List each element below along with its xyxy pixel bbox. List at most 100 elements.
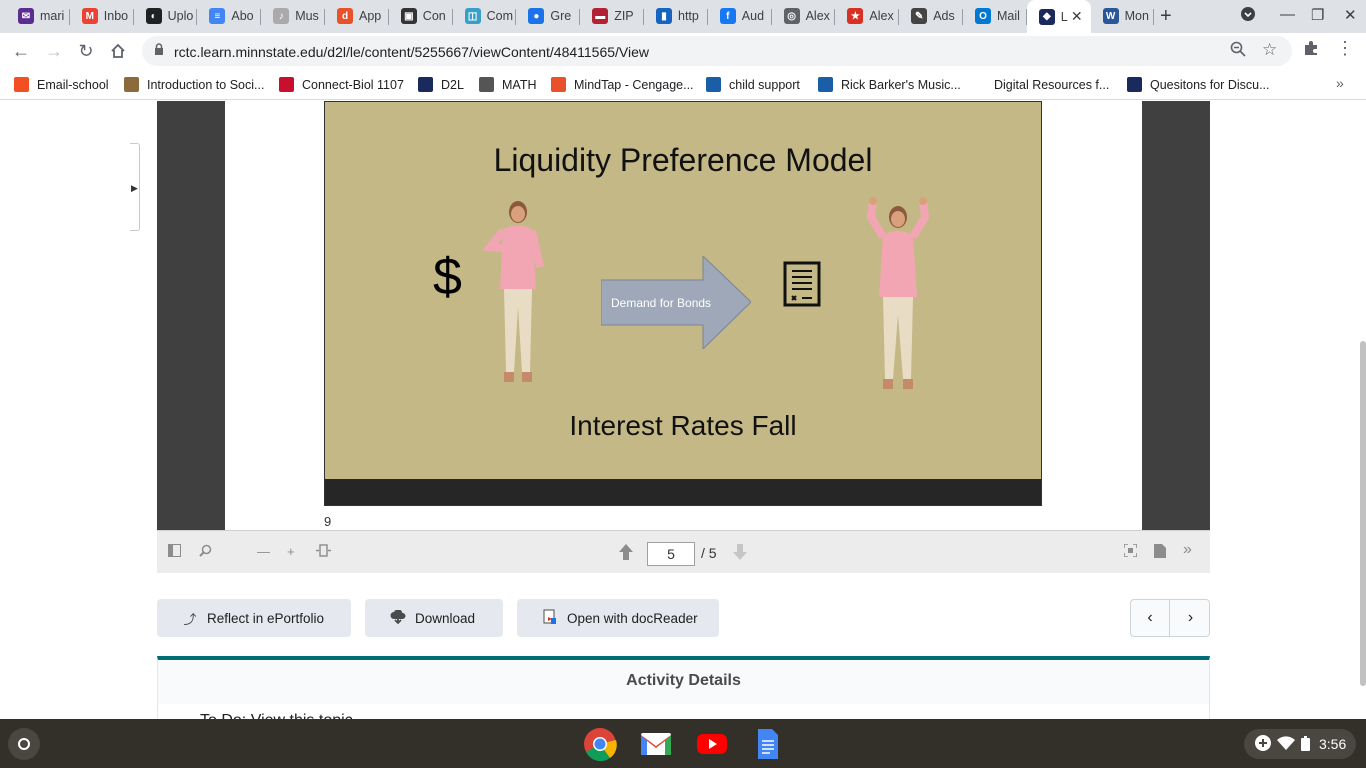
tab-label: Alex bbox=[869, 9, 894, 23]
browser-tab[interactable]: ◫ Com bbox=[453, 3, 517, 29]
browser-tab[interactable]: W Mon bbox=[1091, 3, 1155, 29]
sidebar-toggle-icon[interactable] bbox=[168, 544, 181, 560]
browser-tab[interactable]: ▬ ZIP bbox=[580, 3, 644, 29]
reflect-in-eportfolio-button[interactable]: ⤴ Reflect in ePortfolio bbox=[157, 599, 351, 637]
tab-search-icon[interactable] bbox=[1240, 6, 1256, 26]
page-total: / 5 bbox=[701, 545, 717, 561]
browser-tab[interactable]: d App bbox=[325, 3, 389, 29]
arrow-label: Demand for Bonds bbox=[611, 296, 712, 310]
present-icon[interactable] bbox=[1154, 544, 1166, 561]
next-page-icon[interactable] bbox=[733, 544, 747, 563]
minimize-icon[interactable]: — bbox=[1280, 6, 1295, 23]
bookmark-item[interactable]: Quesitons for Discu... bbox=[1127, 77, 1270, 92]
browser-tab[interactable]: f Aud bbox=[708, 3, 772, 29]
docs-icon: ≡ bbox=[209, 8, 226, 24]
wifi-icon bbox=[1277, 735, 1295, 754]
zoom-in-icon[interactable]: + bbox=[287, 544, 295, 559]
slide-footer-bar bbox=[325, 479, 1041, 505]
browser-tab[interactable]: ◐ Uplo bbox=[134, 3, 198, 29]
page-scrollbar[interactable] bbox=[1360, 341, 1366, 686]
fullscreen-icon[interactable] bbox=[1123, 543, 1138, 560]
bookmark-item[interactable]: Connect-Biol 1107 bbox=[279, 77, 404, 92]
facebook-icon: f bbox=[719, 8, 736, 24]
globe-icon: ◎ bbox=[783, 8, 800, 24]
docs-icon[interactable] bbox=[751, 727, 785, 761]
more-bookmarks-icon[interactable]: » bbox=[1336, 75, 1344, 91]
browser-toolbar: ← → ↻ rctc.learn.minnstate.edu/d2l/le/co… bbox=[0, 33, 1366, 70]
bookmark-item[interactable]: Digital Resources f... bbox=[971, 77, 1109, 92]
tab-label: Ads bbox=[933, 9, 955, 23]
extensions-icon[interactable] bbox=[1302, 39, 1320, 62]
bookmark-favicon-icon bbox=[551, 77, 566, 92]
browser-tab[interactable]: ✉ mari bbox=[6, 3, 70, 29]
restore-icon[interactable]: ❐ bbox=[1311, 6, 1324, 24]
bookmark-favicon-icon bbox=[124, 77, 139, 92]
bookmark-item[interactable]: Introduction to Soci... bbox=[124, 77, 264, 92]
tab-label: Gre bbox=[550, 9, 572, 23]
browser-tab[interactable]: ≡ Abo bbox=[197, 3, 262, 29]
slide-image: Liquidity Preference Model $ Demand for … bbox=[324, 101, 1042, 506]
docreader-icon bbox=[541, 609, 559, 628]
upload-icon: ◐ bbox=[145, 8, 162, 24]
bookmark-label: MindTap - Cengage... bbox=[574, 77, 694, 92]
browser-tab[interactable]: ● Gre bbox=[516, 3, 581, 29]
zoom-out-icon[interactable]: — bbox=[257, 544, 270, 559]
sidebar-expand-toggle[interactable]: ▶ bbox=[130, 143, 140, 231]
fit-width-icon[interactable] bbox=[316, 544, 331, 560]
home-icon[interactable] bbox=[106, 39, 130, 63]
tab-label: Com bbox=[486, 9, 513, 23]
map-pin-icon: ● bbox=[528, 8, 545, 24]
bookmark-item[interactable]: D2L bbox=[418, 77, 464, 92]
bar-chart-icon: ▮ bbox=[656, 8, 672, 24]
close-window-icon[interactable]: ✕ bbox=[1344, 6, 1357, 24]
bookmark-item[interactable]: Email-school bbox=[14, 77, 109, 92]
youtube-icon[interactable] bbox=[695, 727, 729, 761]
forward-icon[interactable]: → bbox=[42, 39, 66, 63]
page-number-input[interactable] bbox=[647, 542, 695, 566]
bookmark-item[interactable]: MindTap - Cengage... bbox=[551, 77, 694, 92]
bookmark-label: Quesitons for Discu... bbox=[1150, 77, 1270, 92]
browser-tab[interactable]: ★ Alex bbox=[835, 3, 900, 29]
bookmark-label: Connect-Biol 1107 bbox=[302, 77, 404, 92]
download-button[interactable]: Download bbox=[365, 599, 503, 637]
gmail-icon[interactable] bbox=[639, 727, 673, 761]
dollar-sign: $ bbox=[433, 248, 462, 306]
browser-tab[interactable]: M Inbo bbox=[70, 3, 134, 29]
bookmark-favicon-icon bbox=[818, 77, 833, 92]
status-tray[interactable]: 3:56 bbox=[1244, 729, 1356, 759]
browser-menu-icon[interactable]: ⋮ bbox=[1336, 38, 1354, 59]
reflect-label: Reflect in ePortfolio bbox=[207, 610, 325, 626]
browser-tab[interactable]: ◎ Alex bbox=[772, 3, 836, 29]
bookmark-star-icon[interactable]: ☆ bbox=[1262, 40, 1277, 60]
browser-tab[interactable]: O Mail bbox=[963, 3, 1027, 29]
back-icon[interactable]: ← bbox=[9, 39, 33, 63]
address-bar[interactable]: rctc.learn.minnstate.edu/d2l/le/content/… bbox=[142, 36, 1292, 66]
browser-tab[interactable]: ▮ http bbox=[644, 3, 708, 29]
reload-icon[interactable]: ↻ bbox=[74, 39, 98, 63]
lock-icon bbox=[155, 43, 163, 55]
zoom-icon[interactable] bbox=[1230, 41, 1246, 61]
previous-page-icon[interactable] bbox=[619, 544, 633, 563]
chrome-icon[interactable] bbox=[583, 727, 617, 761]
browser-tab[interactable]: ◆ L ✕ bbox=[1026, 0, 1091, 33]
tab-label: Mon bbox=[1124, 9, 1149, 23]
next-topic-button[interactable]: › bbox=[1171, 600, 1210, 636]
viewer-toolbar: — + / 5 » bbox=[157, 530, 1210, 573]
launcher-icon[interactable] bbox=[8, 728, 40, 760]
bookmark-item[interactable]: MATH bbox=[479, 77, 537, 92]
bookmark-favicon-icon bbox=[479, 77, 494, 92]
bookmark-item[interactable]: child support bbox=[706, 77, 800, 92]
tab-label: http bbox=[678, 9, 699, 23]
browser-tab[interactable]: ▣ Con bbox=[389, 3, 453, 29]
bookmark-label: Introduction to Soci... bbox=[147, 77, 265, 92]
new-tab-button[interactable]: + bbox=[1160, 5, 1172, 28]
document-icon bbox=[783, 261, 821, 307]
browser-tab[interactable]: ♪ Mus bbox=[261, 3, 325, 29]
close-tab-icon[interactable]: ✕ bbox=[1071, 8, 1083, 25]
bookmark-item[interactable]: Rick Barker's Music... bbox=[818, 77, 961, 92]
open-with-docreader-button[interactable]: Open with docReader bbox=[517, 599, 719, 637]
previous-topic-button[interactable]: ‹ bbox=[1131, 600, 1170, 636]
more-tools-icon[interactable]: » bbox=[1183, 541, 1192, 559]
search-icon[interactable] bbox=[199, 544, 212, 560]
browser-tab[interactable]: ✎ Ads bbox=[899, 3, 963, 29]
